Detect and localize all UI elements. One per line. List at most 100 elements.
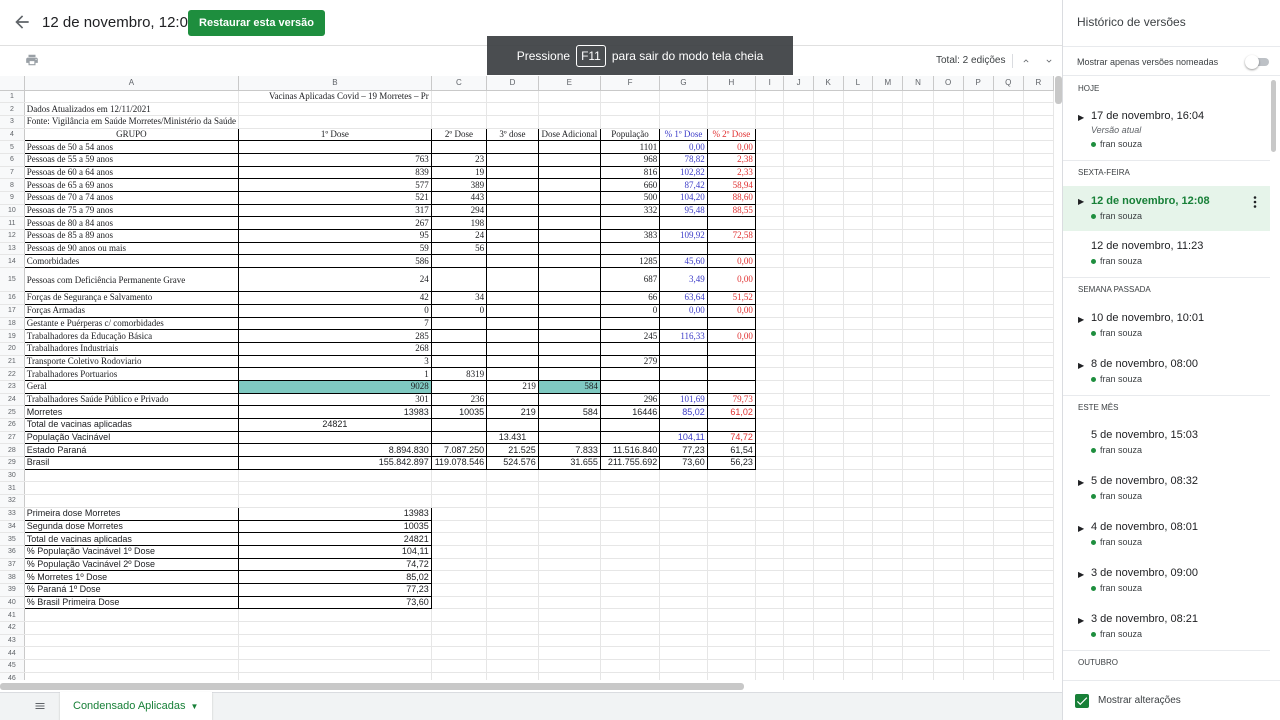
print-icon[interactable] xyxy=(25,53,39,67)
grid-cell[interactable] xyxy=(783,583,814,597)
grid-cell[interactable] xyxy=(1023,545,1054,559)
grid-cell[interactable] xyxy=(1023,507,1054,521)
grid-cell[interactable] xyxy=(486,203,539,218)
grid-cell[interactable] xyxy=(600,583,661,597)
grid-cell[interactable] xyxy=(843,596,874,610)
grid-cell[interactable] xyxy=(902,342,934,356)
grid-cell[interactable] xyxy=(993,608,1024,622)
grid-cell[interactable] xyxy=(902,291,934,305)
grid-cell[interactable] xyxy=(537,329,601,343)
grid-cell[interactable] xyxy=(843,646,874,661)
grid-cell[interactable] xyxy=(538,583,601,597)
grid-cell[interactable] xyxy=(755,178,785,192)
grid-cell[interactable]: Comorbidades xyxy=(23,254,240,269)
grid-cell[interactable] xyxy=(872,520,904,534)
grid-cell[interactable] xyxy=(783,570,814,584)
grid-cell[interactable] xyxy=(963,405,994,419)
grid-cell[interactable] xyxy=(707,634,756,648)
grid-cell[interactable]: 267 xyxy=(238,216,432,231)
row-header[interactable]: 32 xyxy=(0,494,25,508)
grid-cell[interactable] xyxy=(813,128,844,142)
grid-cell[interactable] xyxy=(783,216,814,231)
grid-cell[interactable] xyxy=(783,659,814,673)
row-header[interactable]: 16 xyxy=(0,291,25,305)
version-entry-selected[interactable]: ▶ 12 de novembro, 12:08 fran souza xyxy=(1063,186,1270,231)
grid-cell[interactable] xyxy=(902,178,934,192)
grid-cell[interactable] xyxy=(538,659,601,673)
grid-cell[interactable] xyxy=(993,507,1024,521)
grid-cell[interactable] xyxy=(963,140,994,154)
grid-cell[interactable] xyxy=(1023,229,1054,243)
grid-cell[interactable]: 56,23 xyxy=(706,456,756,470)
grid-cell[interactable]: 577 xyxy=(238,178,432,192)
grid-cell[interactable] xyxy=(963,229,994,243)
grid-cell[interactable]: Trabalhadores Saúde Público e Privado xyxy=(23,392,240,407)
grid-cell[interactable]: 0,00 xyxy=(706,140,756,154)
row-header[interactable]: 4 xyxy=(0,128,25,142)
grid-cell[interactable] xyxy=(963,532,994,546)
grid-cell[interactable] xyxy=(902,583,934,597)
grid-cell[interactable] xyxy=(707,570,756,584)
grid-cell[interactable] xyxy=(486,329,539,343)
row-header[interactable]: 27 xyxy=(0,431,25,445)
grid-cell[interactable] xyxy=(872,191,904,205)
grid-cell[interactable] xyxy=(1023,178,1054,192)
grid-cell[interactable] xyxy=(933,380,964,394)
grid-cell[interactable] xyxy=(843,570,874,584)
grid-cell[interactable] xyxy=(486,291,539,305)
grid-cell[interactable] xyxy=(813,291,844,305)
grid-cell[interactable] xyxy=(706,216,756,231)
grid-cell[interactable] xyxy=(537,165,601,180)
grid-cell[interactable] xyxy=(538,672,601,680)
grid-cell[interactable] xyxy=(963,443,994,458)
grid-cell[interactable] xyxy=(707,558,756,572)
grid-cell[interactable] xyxy=(238,634,432,648)
grid-cell[interactable]: 3,49 xyxy=(659,267,708,293)
grid-cell[interactable] xyxy=(755,672,785,680)
grid-cell[interactable]: 61,54 xyxy=(706,443,756,458)
grid-corner[interactable] xyxy=(0,76,25,91)
column-header[interactable]: D xyxy=(486,76,539,91)
grid-cell[interactable] xyxy=(933,355,964,369)
grid-cell[interactable] xyxy=(993,481,1024,496)
grid-cell[interactable] xyxy=(993,545,1024,559)
row-header[interactable]: 10 xyxy=(0,204,25,218)
grid-cell[interactable] xyxy=(813,393,844,407)
grid-cell[interactable] xyxy=(600,659,661,673)
grid-cell[interactable] xyxy=(813,191,844,205)
grid-cell[interactable] xyxy=(843,558,874,572)
grid-cell[interactable] xyxy=(238,646,432,661)
grid-cell[interactable] xyxy=(599,341,661,356)
grid-cell[interactable] xyxy=(537,216,601,231)
grid-cell[interactable] xyxy=(872,431,904,445)
grid-cell[interactable] xyxy=(963,621,994,635)
grid-cell[interactable] xyxy=(538,532,601,546)
row-header[interactable]: 2 xyxy=(0,102,25,116)
grid-cell[interactable] xyxy=(902,166,934,180)
grid-cell[interactable] xyxy=(872,621,904,635)
grid-cell[interactable] xyxy=(538,621,601,635)
column-header[interactable]: K xyxy=(813,76,844,91)
grid-cell[interactable] xyxy=(963,216,994,231)
grid-cell[interactable] xyxy=(993,570,1024,584)
grid-cell[interactable]: 95,48 xyxy=(659,203,708,218)
back-arrow-icon[interactable] xyxy=(12,12,32,32)
grid-cell[interactable] xyxy=(783,418,814,432)
grid-cell[interactable]: 219 xyxy=(486,379,539,394)
grid-cell[interactable] xyxy=(783,178,814,192)
grid-cell[interactable] xyxy=(783,469,814,483)
grid-cell[interactable] xyxy=(933,494,964,508)
grid-cell[interactable] xyxy=(431,532,488,546)
grid-cell[interactable]: 2º Dose xyxy=(430,127,488,142)
grid-cell[interactable] xyxy=(537,367,601,381)
grid-cell[interactable] xyxy=(902,405,934,419)
grid-cell[interactable] xyxy=(783,443,814,458)
grid-cell[interactable] xyxy=(843,191,874,205)
grid-cell[interactable] xyxy=(933,329,964,343)
grid-cell[interactable] xyxy=(486,102,539,116)
grid-cell[interactable]: 10035 xyxy=(430,405,488,419)
grid-cell[interactable] xyxy=(486,392,539,407)
row-header[interactable]: 37 xyxy=(0,558,25,572)
grid-cell[interactable]: 8319 xyxy=(430,367,488,381)
grid-cell[interactable] xyxy=(963,254,994,269)
